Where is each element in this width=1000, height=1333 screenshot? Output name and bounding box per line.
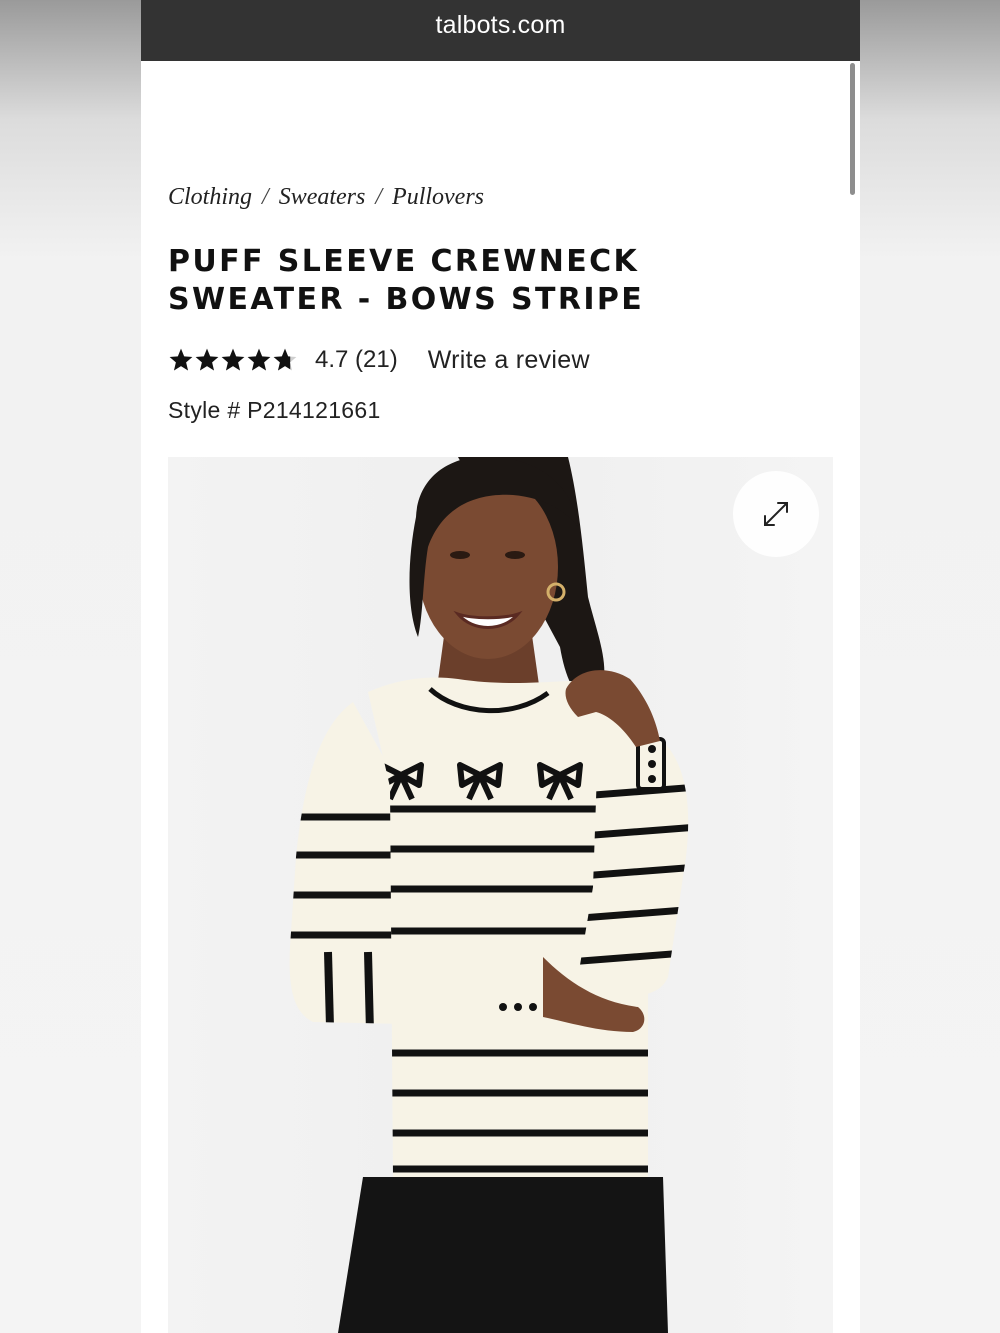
product-image[interactable] bbox=[168, 457, 833, 1333]
breadcrumb-item-pullovers[interactable]: Pullovers bbox=[392, 184, 484, 210]
breadcrumb-item-sweaters[interactable]: Sweaters bbox=[279, 184, 366, 210]
style-number: Style # P214121661 bbox=[168, 397, 381, 423]
model-photo bbox=[289, 457, 689, 1333]
star-icon bbox=[273, 348, 297, 371]
product-title-line-1: PUFF SLEEVE CREWNECK bbox=[168, 244, 640, 279]
breadcrumb: Clothing / Sweaters / Pullovers bbox=[168, 184, 484, 211]
scrollbar[interactable] bbox=[850, 63, 855, 195]
star-rating[interactable] bbox=[168, 347, 298, 373]
url-text[interactable]: talbots.com bbox=[435, 11, 565, 39]
star-icon bbox=[221, 348, 245, 371]
zoom-button[interactable] bbox=[733, 471, 819, 557]
breadcrumb-separator: / bbox=[375, 184, 383, 210]
write-review-link[interactable]: Write a review bbox=[428, 346, 590, 375]
product-title: PUFF SLEEVE CREWNECK SWEATER - BOWS STRI… bbox=[168, 243, 728, 319]
breadcrumb-separator: / bbox=[262, 184, 269, 210]
star-icon bbox=[169, 348, 193, 371]
phone-screen: talbots.com Clothing / Sweaters / Pullovers … bbox=[141, 0, 860, 1333]
rating-row: 4.7 (21) Write a review bbox=[168, 342, 590, 378]
expand-icon[interactable] bbox=[761, 499, 791, 529]
product-title-line-2: SWEATER - BOWS STRIPE bbox=[168, 282, 645, 317]
rating-summary[interactable]: 4.7 (21) bbox=[315, 346, 398, 374]
star-icon bbox=[195, 348, 219, 371]
url-bar[interactable]: talbots.com bbox=[141, 0, 860, 61]
breadcrumb-item-clothing[interactable]: Clothing bbox=[168, 184, 252, 210]
star-icon bbox=[247, 348, 271, 371]
